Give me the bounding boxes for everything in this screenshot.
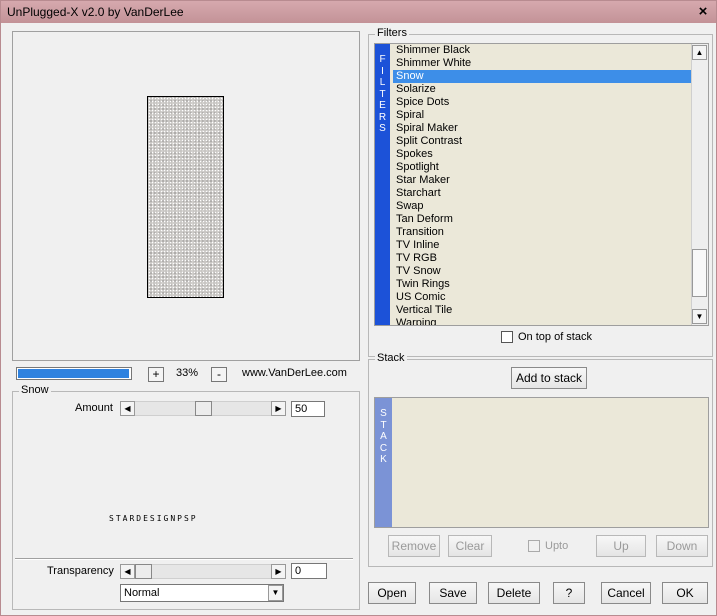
stack-tab-letter: T	[380, 419, 387, 431]
filters-title: Filters	[375, 27, 409, 39]
amount-slider-thumb[interactable]	[195, 401, 212, 416]
stack-tab-letter: A	[380, 431, 387, 442]
close-icon[interactable]: ×	[696, 4, 710, 19]
amount-decrease-icon[interactable]: ◀	[120, 401, 135, 416]
chevron-down-icon[interactable]: ▼	[268, 585, 283, 601]
filter-item[interactable]: Spotlight	[393, 161, 691, 174]
filters-items: Shimmer Black Shimmer White Snow Solarize Sp…	[393, 44, 691, 325]
watermark-text: STARDESIGNPSP	[109, 514, 198, 523]
on-top-checkbox[interactable]	[501, 331, 513, 343]
filter-item[interactable]: Vertical Tile	[393, 304, 691, 317]
up-button[interactable]: Up	[596, 535, 646, 557]
save-button[interactable]: Save	[429, 582, 477, 604]
transparency-increase-icon[interactable]: ▶	[271, 564, 286, 579]
transparency-input[interactable]: 0	[291, 563, 327, 579]
filters-tab-letter: T	[379, 88, 386, 100]
ok-button[interactable]: OK	[662, 582, 708, 604]
filter-item[interactable]: Spokes	[393, 148, 691, 161]
filter-item[interactable]: Tan Deform	[393, 213, 691, 226]
filter-item[interactable]: Split Contrast	[393, 135, 691, 148]
clear-button[interactable]: Clear	[448, 535, 492, 557]
upto-checkbox[interactable]	[528, 540, 540, 552]
blend-mode-value: Normal	[124, 587, 160, 599]
remove-button[interactable]: Remove	[388, 535, 440, 557]
filters-tab-letter: E	[379, 100, 386, 111]
filter-item[interactable]: Transition	[393, 226, 691, 239]
delete-button[interactable]: Delete	[488, 582, 540, 604]
amount-label: Amount	[75, 402, 113, 414]
filters-tab-letter: L	[379, 77, 386, 88]
add-to-stack-button[interactable]: Add to stack	[511, 367, 587, 389]
zoom-level: 33%	[176, 367, 199, 379]
filters-tab-letters: FILTERS	[375, 44, 390, 135]
filter-item[interactable]: Shimmer Black	[393, 44, 691, 57]
filter-item[interactable]: Solarize	[393, 83, 691, 96]
blend-mode-select[interactable]: Normal ▼	[120, 584, 284, 602]
filter-item[interactable]: Star Maker	[393, 174, 691, 187]
stack-title: Stack	[375, 352, 407, 364]
scroll-down-icon[interactable]: ▼	[692, 309, 707, 324]
filters-tab-letter: S	[379, 123, 386, 134]
transparency-slider[interactable]	[135, 564, 271, 579]
window-title: UnPlugged-X v2.0 by VanDerLee	[7, 5, 184, 19]
filter-item[interactable]: TV RGB	[393, 252, 691, 265]
filter-item[interactable]: Spice Dots	[393, 96, 691, 109]
transparency-label: Transparency	[47, 565, 114, 577]
filters-scrollbar[interactable]: ▲ ▼	[691, 44, 708, 325]
filters-scroll-thumb[interactable]	[692, 249, 707, 297]
filter-item[interactable]: TV Inline	[393, 239, 691, 252]
filters-tab-letter: F	[379, 54, 386, 65]
amount-input[interactable]: 50	[291, 401, 325, 417]
transparency-slider-thumb[interactable]	[135, 564, 152, 579]
effect-settings-group: Snow Amount ◀ ▶ 50 STARDESIGNPSP Transpa…	[12, 384, 360, 610]
transparency-decrease-icon[interactable]: ◀	[120, 564, 135, 579]
filter-item[interactable]: Spiral Maker	[393, 122, 691, 135]
filter-item[interactable]: Spiral	[393, 109, 691, 122]
upto-label: Upto	[545, 540, 569, 552]
amount-increase-icon[interactable]: ▶	[271, 401, 286, 416]
stack-tab-letters: STACK	[375, 398, 392, 466]
filters-tab: FILTERS	[375, 44, 390, 325]
zoom-in-button[interactable]: +	[148, 367, 164, 382]
stack-tab: STACK	[375, 398, 392, 527]
stack-list[interactable]: STACK	[374, 397, 709, 528]
settings-divider	[15, 558, 353, 560]
filter-item[interactable]: US Comic	[393, 291, 691, 304]
filter-item[interactable]: Swap	[393, 200, 691, 213]
scroll-up-icon[interactable]: ▲	[692, 45, 707, 60]
stack-tab-letter: C	[379, 442, 388, 454]
down-button[interactable]: Down	[656, 535, 708, 557]
amount-slider[interactable]	[135, 401, 271, 416]
client-area: + 33% - www.VanDerLee.com Snow Amount ◀ …	[4, 23, 713, 613]
website-label: www.VanDerLee.com	[242, 367, 347, 379]
filter-item[interactable]: Starchart	[393, 187, 691, 200]
filters-tab-letter: I	[381, 65, 384, 77]
filters-list[interactable]: FILTERS Shimmer Black Shimmer White Snow So…	[374, 43, 709, 326]
plugin-window: UnPlugged-X v2.0 by VanDerLee × + 33% - …	[0, 0, 717, 616]
cancel-button[interactable]: Cancel	[601, 582, 651, 604]
filter-item[interactable]: TV Snow	[393, 265, 691, 278]
filter-item[interactable]: Twin Rings	[393, 278, 691, 291]
stack-tab-letter: S	[380, 408, 387, 419]
on-top-label: On top of stack	[518, 331, 592, 343]
stack-tab-letter: K	[380, 454, 387, 465]
filter-item-selected[interactable]: Snow	[393, 70, 691, 83]
filter-item[interactable]: Shimmer White	[393, 57, 691, 70]
help-button[interactable]: ?	[553, 582, 585, 604]
filters-tab-letter: R	[378, 111, 387, 123]
preview-image[interactable]	[147, 96, 224, 298]
render-progress-bar	[16, 367, 132, 380]
filter-item[interactable]: Warping	[393, 317, 691, 325]
open-button[interactable]: Open	[368, 582, 416, 604]
progress-fill	[18, 369, 129, 378]
preview-pane[interactable]	[12, 31, 360, 361]
zoom-out-button[interactable]: -	[211, 367, 227, 382]
effect-title: Snow	[19, 384, 51, 396]
title-bar[interactable]: UnPlugged-X v2.0 by VanDerLee ×	[1, 1, 716, 23]
